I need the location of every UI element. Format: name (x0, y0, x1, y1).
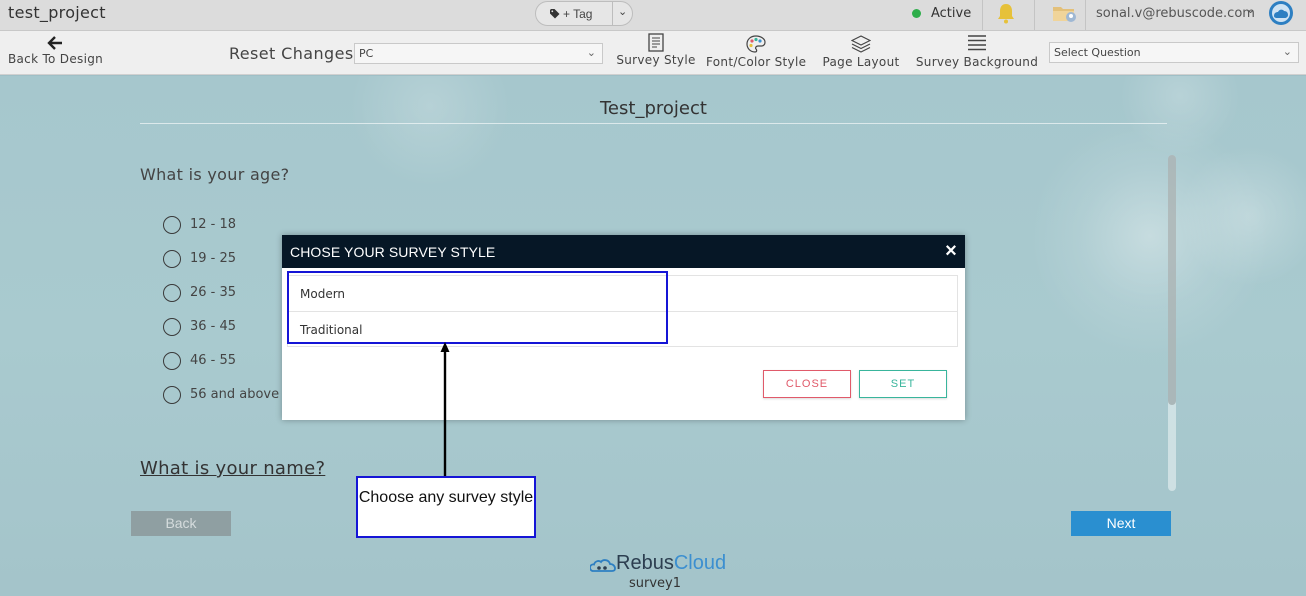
project-title: test_project (8, 3, 106, 22)
divider (1085, 0, 1086, 30)
brand-name: RebusCloud (616, 552, 726, 575)
option-label: 36 - 45 (190, 319, 237, 334)
question-name: What is your name? (140, 458, 326, 479)
brand-rebus: Rebus (616, 552, 674, 574)
chevron-down-icon[interactable]: ⌄ (618, 5, 627, 18)
page-layout-button[interactable]: Page Layout (818, 35, 904, 69)
radio-button[interactable] (163, 216, 181, 234)
option-label: 26 - 35 (190, 285, 237, 300)
tag-icon (550, 9, 560, 19)
status-dot (912, 9, 921, 18)
rebus-cloud-logo-icon (590, 559, 616, 572)
question-select-value: Select Question (1054, 46, 1141, 59)
radio-button[interactable] (163, 250, 181, 268)
survey-background-label: Survey Background (915, 55, 1039, 69)
toolbar: Back To Design Reset Changes PC ⌄ Survey… (0, 31, 1306, 75)
modal-header: CHOSE YOUR SURVEY STYLE × (282, 235, 965, 268)
highlight-box (287, 271, 668, 344)
modal-set-button[interactable]: SET (859, 370, 947, 398)
radio-button[interactable] (163, 284, 181, 302)
device-select-value: PC (359, 47, 374, 60)
survey-style-button[interactable]: Survey Style (612, 33, 700, 67)
option-label: 12 - 18 (190, 217, 237, 232)
chevron-down-icon: ⌄ (586, 46, 596, 59)
divider (982, 0, 983, 30)
tag-main[interactable]: + Tag (550, 7, 592, 21)
survey-name: survey1 (629, 576, 682, 591)
option-label: 19 - 25 (190, 251, 237, 266)
survey-style-label: Survey Style (616, 53, 696, 67)
tag-label: + Tag (563, 7, 593, 21)
chevron-down-icon[interactable]: ⌄ (1246, 3, 1255, 16)
cloud-avatar-icon[interactable] (1268, 0, 1294, 31)
radio-button[interactable] (163, 318, 181, 336)
back-to-design-label: Back To Design (8, 52, 104, 66)
hamburger-icon (968, 35, 986, 51)
modal-close-button[interactable]: CLOSE (763, 370, 851, 398)
tag-button[interactable]: + Tag ⌄ (535, 1, 633, 26)
scrollbar-thumb[interactable] (1168, 155, 1176, 405)
back-to-design-button[interactable]: Back To Design (8, 35, 104, 66)
divider (1034, 0, 1035, 30)
radio-button[interactable] (163, 386, 181, 404)
close-icon[interactable]: × (943, 241, 959, 261)
survey-background-button[interactable]: Survey Background (914, 34, 1040, 69)
annotation-arrow-icon (440, 342, 450, 476)
option-label: 46 - 55 (190, 353, 237, 368)
tag-divider (612, 2, 613, 25)
survey-title: Test_project (600, 98, 707, 119)
folder-icon[interactable] (1052, 2, 1078, 31)
survey-style-icon (648, 33, 664, 52)
font-color-style-label: Font/Color Style (706, 55, 807, 69)
title-divider (140, 123, 1167, 124)
annotation-callout: Choose any survey style (356, 476, 536, 538)
question-age: What is your age? (140, 165, 290, 184)
user-email[interactable]: sonal.v@rebuscode.com (1096, 6, 1255, 21)
question-select[interactable]: Select Question ⌄ (1049, 42, 1299, 63)
reset-changes-button[interactable]: Reset Changes (229, 44, 354, 63)
modal-title: CHOSE YOUR SURVEY STYLE (290, 244, 496, 260)
brand-cloud: Cloud (673, 552, 727, 574)
device-select[interactable]: PC ⌄ (354, 43, 603, 64)
font-color-style-button[interactable]: Font/Color Style (706, 35, 806, 69)
palette-icon (746, 35, 766, 53)
status-text: Active (931, 6, 972, 21)
chevron-down-icon: ⌄ (1282, 45, 1292, 58)
option-label: 56 and above (190, 387, 280, 402)
page-layout-label: Page Layout (822, 55, 900, 69)
layers-icon (850, 35, 872, 53)
next-button[interactable]: Next (1071, 511, 1171, 536)
top-bar: test_project + Tag ⌄ Active sonal.v@rebu… (0, 0, 1306, 31)
radio-button[interactable] (163, 352, 181, 370)
back-button[interactable]: Back (131, 511, 231, 536)
bell-icon[interactable] (994, 2, 1018, 31)
back-arrow-icon (47, 36, 62, 50)
